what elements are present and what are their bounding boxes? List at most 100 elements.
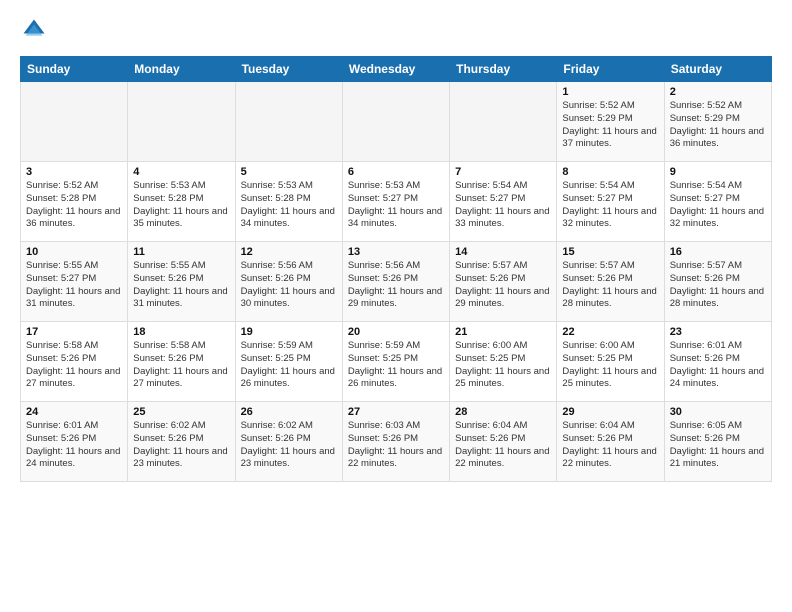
header bbox=[20, 16, 772, 44]
calendar-cell bbox=[235, 82, 342, 162]
day-number: 12 bbox=[241, 246, 337, 258]
day-info: Sunrise: 5:53 AM Sunset: 5:27 PM Dayligh… bbox=[348, 180, 444, 231]
calendar-cell: 1 Sunrise: 5:52 AM Sunset: 5:29 PM Daylig… bbox=[557, 82, 664, 162]
day-number: 1 bbox=[562, 86, 658, 98]
day-number: 22 bbox=[562, 326, 658, 338]
calendar-cell: 28 Sunrise: 6:04 AM Sunset: 5:26 PM Dayli… bbox=[450, 402, 557, 482]
calendar-cell: 13 Sunrise: 5:56 AM Sunset: 5:26 PM Dayli… bbox=[342, 242, 449, 322]
calendar-table: SundayMondayTuesdayWednesdayThursdayFrid… bbox=[20, 56, 772, 482]
calendar-cell: 29Sunrise: 6:04 AM Sunset: 5:26 PM Dayli… bbox=[557, 402, 664, 482]
weekday-header-row: SundayMondayTuesdayWednesdayThursdayFrid… bbox=[21, 57, 772, 82]
calendar-week-row: 1 Sunrise: 5:52 AM Sunset: 5:29 PM Daylig… bbox=[21, 82, 772, 162]
day-info: Sunrise: 6:01 AM Sunset: 5:26 PM Dayligh… bbox=[26, 420, 122, 471]
day-number: 15 bbox=[562, 246, 658, 258]
day-number: 16 bbox=[670, 246, 766, 258]
day-number: 18 bbox=[133, 326, 229, 338]
day-number: 10 bbox=[26, 246, 122, 258]
calendar-week-row: 24 Sunrise: 6:01 AM Sunset: 5:26 PM Dayli… bbox=[21, 402, 772, 482]
day-info: Sunrise: 5:54 AM Sunset: 5:27 PM Dayligh… bbox=[670, 180, 766, 231]
day-info: Sunrise: 5:59 AM Sunset: 5:25 PM Dayligh… bbox=[241, 340, 337, 391]
day-number: 2 bbox=[670, 86, 766, 98]
day-number: 20 bbox=[348, 326, 444, 338]
calendar-cell: 19 Sunrise: 5:59 AM Sunset: 5:25 PM Dayli… bbox=[235, 322, 342, 402]
day-number: 13 bbox=[348, 246, 444, 258]
calendar-cell bbox=[342, 82, 449, 162]
day-number: 24 bbox=[26, 406, 122, 418]
day-number: 23 bbox=[670, 326, 766, 338]
day-number: 28 bbox=[455, 406, 551, 418]
day-number: 8 bbox=[562, 166, 658, 178]
calendar-week-row: 3 Sunrise: 5:52 AM Sunset: 5:28 PM Daylig… bbox=[21, 162, 772, 242]
logo-icon bbox=[20, 16, 48, 44]
calendar-page: SundayMondayTuesdayWednesdayThursdayFrid… bbox=[0, 0, 792, 498]
day-info: Sunrise: 5:56 AM Sunset: 5:26 PM Dayligh… bbox=[348, 260, 444, 311]
calendar-cell: 2 Sunrise: 5:52 AM Sunset: 5:29 PM Daylig… bbox=[664, 82, 771, 162]
day-number: 14 bbox=[455, 246, 551, 258]
calendar-cell: 6 Sunrise: 5:53 AM Sunset: 5:27 PM Daylig… bbox=[342, 162, 449, 242]
day-info: Sunrise: 5:53 AM Sunset: 5:28 PM Dayligh… bbox=[241, 180, 337, 231]
calendar-cell: 27 Sunrise: 6:03 AM Sunset: 5:26 PM Dayli… bbox=[342, 402, 449, 482]
day-info: Sunrise: 5:59 AM Sunset: 5:25 PM Dayligh… bbox=[348, 340, 444, 391]
day-number: 30 bbox=[670, 406, 766, 418]
day-number: 26 bbox=[241, 406, 337, 418]
day-info: Sunrise: 6:00 AM Sunset: 5:25 PM Dayligh… bbox=[455, 340, 551, 391]
day-info: Sunrise: 5:57 AM Sunset: 5:26 PM Dayligh… bbox=[562, 260, 658, 311]
calendar-cell: 25Sunrise: 6:02 AM Sunset: 5:26 PM Dayli… bbox=[128, 402, 235, 482]
calendar-cell bbox=[128, 82, 235, 162]
calendar-week-row: 10 Sunrise: 5:55 AM Sunset: 5:27 PM Dayli… bbox=[21, 242, 772, 322]
day-info: Sunrise: 5:53 AM Sunset: 5:28 PM Dayligh… bbox=[133, 180, 229, 231]
calendar-cell bbox=[450, 82, 557, 162]
day-info: Sunrise: 6:02 AM Sunset: 5:26 PM Dayligh… bbox=[133, 420, 229, 471]
calendar-cell: 10 Sunrise: 5:55 AM Sunset: 5:27 PM Dayli… bbox=[21, 242, 128, 322]
day-number: 19 bbox=[241, 326, 337, 338]
day-info: Sunrise: 5:55 AM Sunset: 5:27 PM Dayligh… bbox=[26, 260, 122, 311]
day-number: 7 bbox=[455, 166, 551, 178]
day-info: Sunrise: 5:54 AM Sunset: 5:27 PM Dayligh… bbox=[562, 180, 658, 231]
day-number: 3 bbox=[26, 166, 122, 178]
calendar-cell: 12 Sunrise: 5:56 AM Sunset: 5:26 PM Dayli… bbox=[235, 242, 342, 322]
calendar-cell bbox=[21, 82, 128, 162]
calendar-cell: 26 Sunrise: 6:02 AM Sunset: 5:26 PM Dayli… bbox=[235, 402, 342, 482]
day-info: Sunrise: 6:02 AM Sunset: 5:26 PM Dayligh… bbox=[241, 420, 337, 471]
calendar-cell: 23Sunrise: 6:01 AM Sunset: 5:26 PM Dayli… bbox=[664, 322, 771, 402]
day-info: Sunrise: 5:56 AM Sunset: 5:26 PM Dayligh… bbox=[241, 260, 337, 311]
weekday-header-thursday: Thursday bbox=[450, 57, 557, 82]
calendar-cell: 16Sunrise: 5:57 AM Sunset: 5:26 PM Dayli… bbox=[664, 242, 771, 322]
calendar-cell: 21Sunrise: 6:00 AM Sunset: 5:25 PM Dayli… bbox=[450, 322, 557, 402]
day-number: 27 bbox=[348, 406, 444, 418]
calendar-cell: 15 Sunrise: 5:57 AM Sunset: 5:26 PM Dayli… bbox=[557, 242, 664, 322]
calendar-cell: 5 Sunrise: 5:53 AM Sunset: 5:28 PM Daylig… bbox=[235, 162, 342, 242]
day-info: Sunrise: 6:04 AM Sunset: 5:26 PM Dayligh… bbox=[562, 420, 658, 471]
calendar-cell: 11 Sunrise: 5:55 AM Sunset: 5:26 PM Dayli… bbox=[128, 242, 235, 322]
day-info: Sunrise: 5:58 AM Sunset: 5:26 PM Dayligh… bbox=[133, 340, 229, 391]
day-number: 11 bbox=[133, 246, 229, 258]
day-number: 4 bbox=[133, 166, 229, 178]
day-number: 9 bbox=[670, 166, 766, 178]
calendar-cell: 20 Sunrise: 5:59 AM Sunset: 5:25 PM Dayli… bbox=[342, 322, 449, 402]
day-info: Sunrise: 6:04 AM Sunset: 5:26 PM Dayligh… bbox=[455, 420, 551, 471]
calendar-cell: 14 Sunrise: 5:57 AM Sunset: 5:26 PM Dayli… bbox=[450, 242, 557, 322]
day-number: 17 bbox=[26, 326, 122, 338]
weekday-header-wednesday: Wednesday bbox=[342, 57, 449, 82]
day-info: Sunrise: 6:00 AM Sunset: 5:25 PM Dayligh… bbox=[562, 340, 658, 391]
calendar-cell: 8 Sunrise: 5:54 AM Sunset: 5:27 PM Daylig… bbox=[557, 162, 664, 242]
day-info: Sunrise: 5:52 AM Sunset: 5:28 PM Dayligh… bbox=[26, 180, 122, 231]
calendar-cell: 30 Sunrise: 6:05 AM Sunset: 5:26 PM Dayli… bbox=[664, 402, 771, 482]
calendar-cell: 22 Sunrise: 6:00 AM Sunset: 5:25 PM Dayli… bbox=[557, 322, 664, 402]
day-info: Sunrise: 5:52 AM Sunset: 5:29 PM Dayligh… bbox=[562, 100, 658, 151]
day-info: Sunrise: 5:57 AM Sunset: 5:26 PM Dayligh… bbox=[455, 260, 551, 311]
day-number: 6 bbox=[348, 166, 444, 178]
calendar-week-row: 17 Sunrise: 5:58 AM Sunset: 5:26 PM Dayli… bbox=[21, 322, 772, 402]
day-info: Sunrise: 6:05 AM Sunset: 5:26 PM Dayligh… bbox=[670, 420, 766, 471]
day-info: Sunrise: 5:58 AM Sunset: 5:26 PM Dayligh… bbox=[26, 340, 122, 391]
calendar-cell: 4 Sunrise: 5:53 AM Sunset: 5:28 PM Daylig… bbox=[128, 162, 235, 242]
day-info: Sunrise: 6:03 AM Sunset: 5:26 PM Dayligh… bbox=[348, 420, 444, 471]
day-info: Sunrise: 5:52 AM Sunset: 5:29 PM Dayligh… bbox=[670, 100, 766, 151]
day-info: Sunrise: 5:54 AM Sunset: 5:27 PM Dayligh… bbox=[455, 180, 551, 231]
calendar-cell: 9 Sunrise: 5:54 AM Sunset: 5:27 PM Daylig… bbox=[664, 162, 771, 242]
calendar-cell: 7 Sunrise: 5:54 AM Sunset: 5:27 PM Daylig… bbox=[450, 162, 557, 242]
day-number: 5 bbox=[241, 166, 337, 178]
weekday-header-saturday: Saturday bbox=[664, 57, 771, 82]
day-info: Sunrise: 5:55 AM Sunset: 5:26 PM Dayligh… bbox=[133, 260, 229, 311]
weekday-header-sunday: Sunday bbox=[21, 57, 128, 82]
